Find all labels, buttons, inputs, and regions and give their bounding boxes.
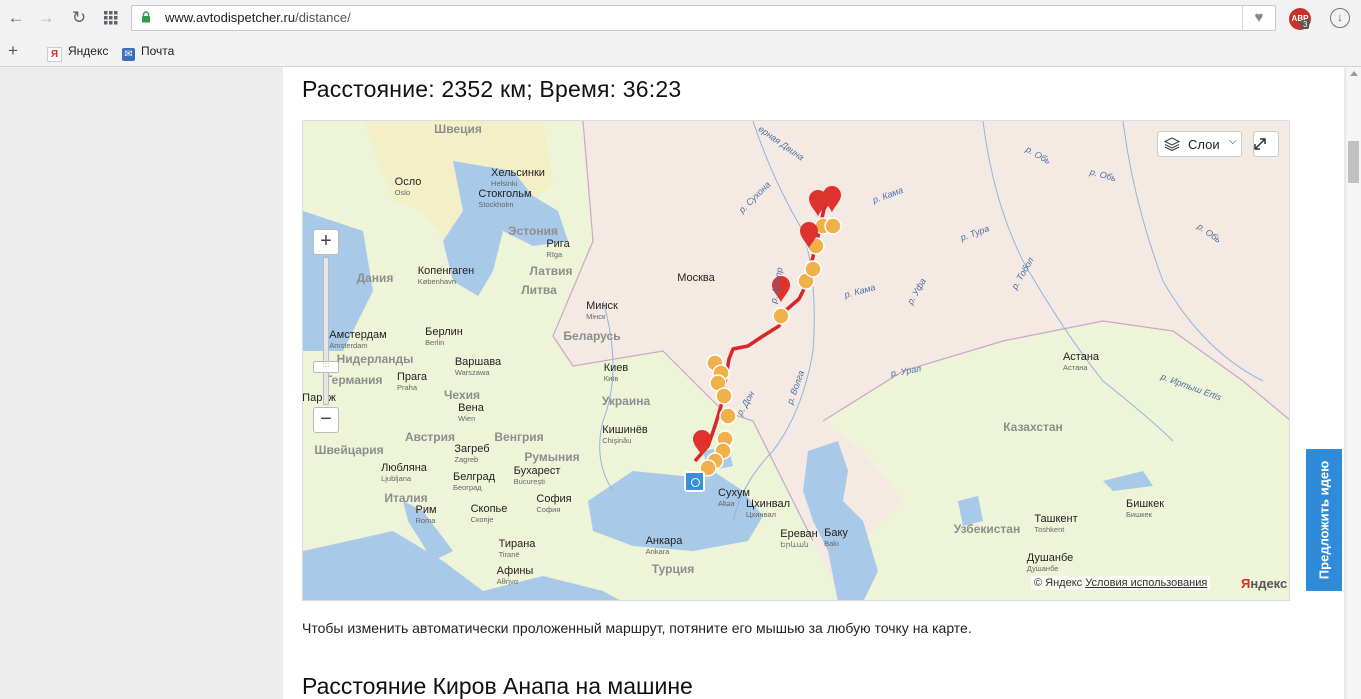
zoom-in-button[interactable]: +	[313, 229, 339, 255]
expand-icon	[1254, 138, 1266, 150]
city-label-minsk: Минск Мінск	[586, 300, 618, 321]
url-text[interactable]: www.avtodispetcher.ru/distance/	[165, 6, 351, 30]
city-label-warsaw: Варшава Warszawa	[454, 356, 502, 377]
fullscreen-button[interactable]	[1253, 131, 1279, 157]
city-label-athens: Афины Αθήνα	[496, 565, 534, 586]
bookmark-heart-icon[interactable]: ♥	[1242, 6, 1275, 30]
bookmarks-bar: + Я Яндекс ✉ Почта	[0, 37, 1361, 67]
forward-arrow-icon[interactable]: →	[36, 8, 56, 28]
city-label-oslo: Осло Oslo	[394, 176, 422, 197]
city-label-riga: Рига Rīga	[546, 238, 570, 259]
country-label: Швеция	[434, 122, 482, 136]
bookmark-label: Яндекс	[68, 44, 109, 58]
city-label-paris: Париж	[302, 392, 336, 404]
yandex-icon: Я	[47, 47, 62, 62]
adblock-count-badge: 3	[1301, 20, 1310, 29]
section-heading: Расстояние Киров Анапа на машине	[302, 673, 693, 699]
bookmark-label: Почта	[141, 44, 175, 58]
country-label: Беларусь	[563, 329, 621, 343]
country-label: Швейцария	[314, 443, 384, 457]
city-label-sofia: София София	[536, 493, 572, 514]
zoom-slider-track[interactable]	[323, 257, 329, 405]
country-label: Литва	[521, 283, 557, 297]
layers-icon	[1164, 137, 1180, 151]
city-label-copenhagen: Копенгаген København	[417, 265, 475, 286]
country-label: Дания	[356, 271, 394, 285]
city-label-chisinau: Кишинёв Chişinău	[602, 424, 648, 445]
back-arrow-icon[interactable]: ←	[6, 8, 26, 28]
country-label: Казахстан	[1003, 420, 1063, 434]
city-label-zagreb: Загреб Zagreb	[454, 443, 490, 464]
city-label-prague: Прага Praha	[396, 371, 428, 392]
route-hint-text: Чтобы изменить автоматически проложенный…	[302, 620, 972, 636]
country-label: Германия	[325, 373, 383, 387]
city-label-berlin: Берлин Berlin	[425, 326, 463, 347]
country-label: Австрия	[404, 430, 456, 444]
zoom-slider-handle[interactable]: ::::	[313, 361, 339, 373]
city-label-yerevan: Ереван Երևան	[780, 528, 818, 549]
country-label: Италия	[384, 491, 428, 505]
scrollbar-thumb[interactable]	[1348, 141, 1359, 183]
address-bar[interactable]: www.avtodispetcher.ru/distance/ ♥	[131, 5, 1276, 31]
zoom-out-button[interactable]: −	[313, 407, 339, 433]
country-label: Нидерланды	[336, 352, 414, 366]
panorama-camera-icon[interactable]	[684, 471, 705, 492]
page-viewport: Расстояние: 2352 км; Время: 36:23 Осло O…	[0, 67, 1345, 699]
city-label-ljubljana: Любляна Ljubljana	[381, 462, 427, 483]
suggest-idea-label: Предложить идею	[1316, 460, 1332, 580]
city-label-moscow: Москва	[677, 272, 715, 284]
suggest-idea-button[interactable]: Предложить идею	[1304, 447, 1344, 593]
bookmark-yandex[interactable]: Я Яндекс	[47, 44, 108, 62]
browser-toolbar: ← → ↻ www.avtodispetcher.ru/distance/ ♥ …	[0, 0, 1361, 37]
terms-link[interactable]: Условия использования	[1085, 577, 1207, 589]
city-label-helsinki: Хельсинки Helsinki	[491, 167, 545, 188]
city-label-bishkek: Бишкек Бишкек	[1125, 498, 1165, 519]
scroll-up-arrow-icon[interactable]	[1350, 71, 1358, 76]
country-label: Украина	[601, 394, 651, 408]
layers-button[interactable]: Слои ⌵	[1157, 131, 1242, 157]
reload-icon[interactable]: ↻	[69, 8, 89, 28]
country-label: Турция	[651, 562, 695, 576]
city-label-astana: Астана Астана	[1062, 351, 1100, 372]
page-scrollbar[interactable]	[1345, 67, 1361, 699]
country-label: Узбекистан	[953, 522, 1021, 536]
map-copyright: © Яндекс Условия использования	[1031, 576, 1211, 590]
city-label-belgrade: Белград Београд	[452, 471, 496, 492]
city-label-ankara: Анкара Ankara	[645, 535, 683, 556]
layers-label: Слои	[1188, 137, 1220, 152]
city-label-vienna: Вена Wien	[458, 402, 484, 423]
lock-icon	[142, 11, 150, 23]
url-host: www.avtodispetcher.ru	[165, 10, 296, 25]
download-icon[interactable]: ↓	[1330, 8, 1350, 28]
mail-icon: ✉	[122, 48, 135, 61]
copyright-text: © Яндекс	[1034, 577, 1083, 589]
bookmark-mail[interactable]: ✉ Почта	[122, 44, 174, 61]
city-label-baku: Баку Bakı	[824, 527, 848, 548]
city-label-skopje: Скопье Скопје	[470, 503, 508, 524]
page-title: Расстояние: 2352 км; Время: 36:23	[302, 76, 682, 102]
city-label-kyiv: Киев Київ	[603, 362, 629, 383]
city-label-stockholm: Стокгольм Stockholm	[478, 188, 532, 209]
city-label-tirana: Тирана Tiranë	[498, 538, 536, 559]
city-label-tashkent: Ташкент Toshkent	[1034, 513, 1078, 534]
city-label-rome: Рим Roma	[415, 504, 437, 525]
yandex-logo[interactable]: Яндекс	[1241, 576, 1287, 591]
city-label-bucharest: Бухарест București	[513, 465, 561, 486]
route-map[interactable]: Осло Oslo Хельсинки Helsinki Стокгольм Stoc…	[302, 120, 1290, 601]
chevron-down-icon: ⌵	[1229, 136, 1237, 147]
add-bookmark-icon[interactable]: +	[8, 41, 18, 61]
country-label: Латвия	[529, 264, 573, 278]
apps-grid-icon[interactable]	[101, 8, 121, 28]
country-label: Чехия	[444, 388, 480, 402]
country-label: Эстония	[508, 224, 558, 238]
city-label-tskhinval: Цхинвал Цхинвал	[745, 498, 791, 519]
country-label: Румыния	[524, 450, 580, 464]
main-content: Расстояние: 2352 км; Время: 36:23 Осло O…	[283, 67, 1344, 699]
city-label-amsterdam: Амстердам Amsterdam	[329, 329, 387, 350]
city-label-dushanbe: Душанбе Душанбе	[1026, 552, 1074, 573]
url-path: /distance/	[295, 10, 351, 25]
country-label: Венгрия	[494, 430, 544, 444]
